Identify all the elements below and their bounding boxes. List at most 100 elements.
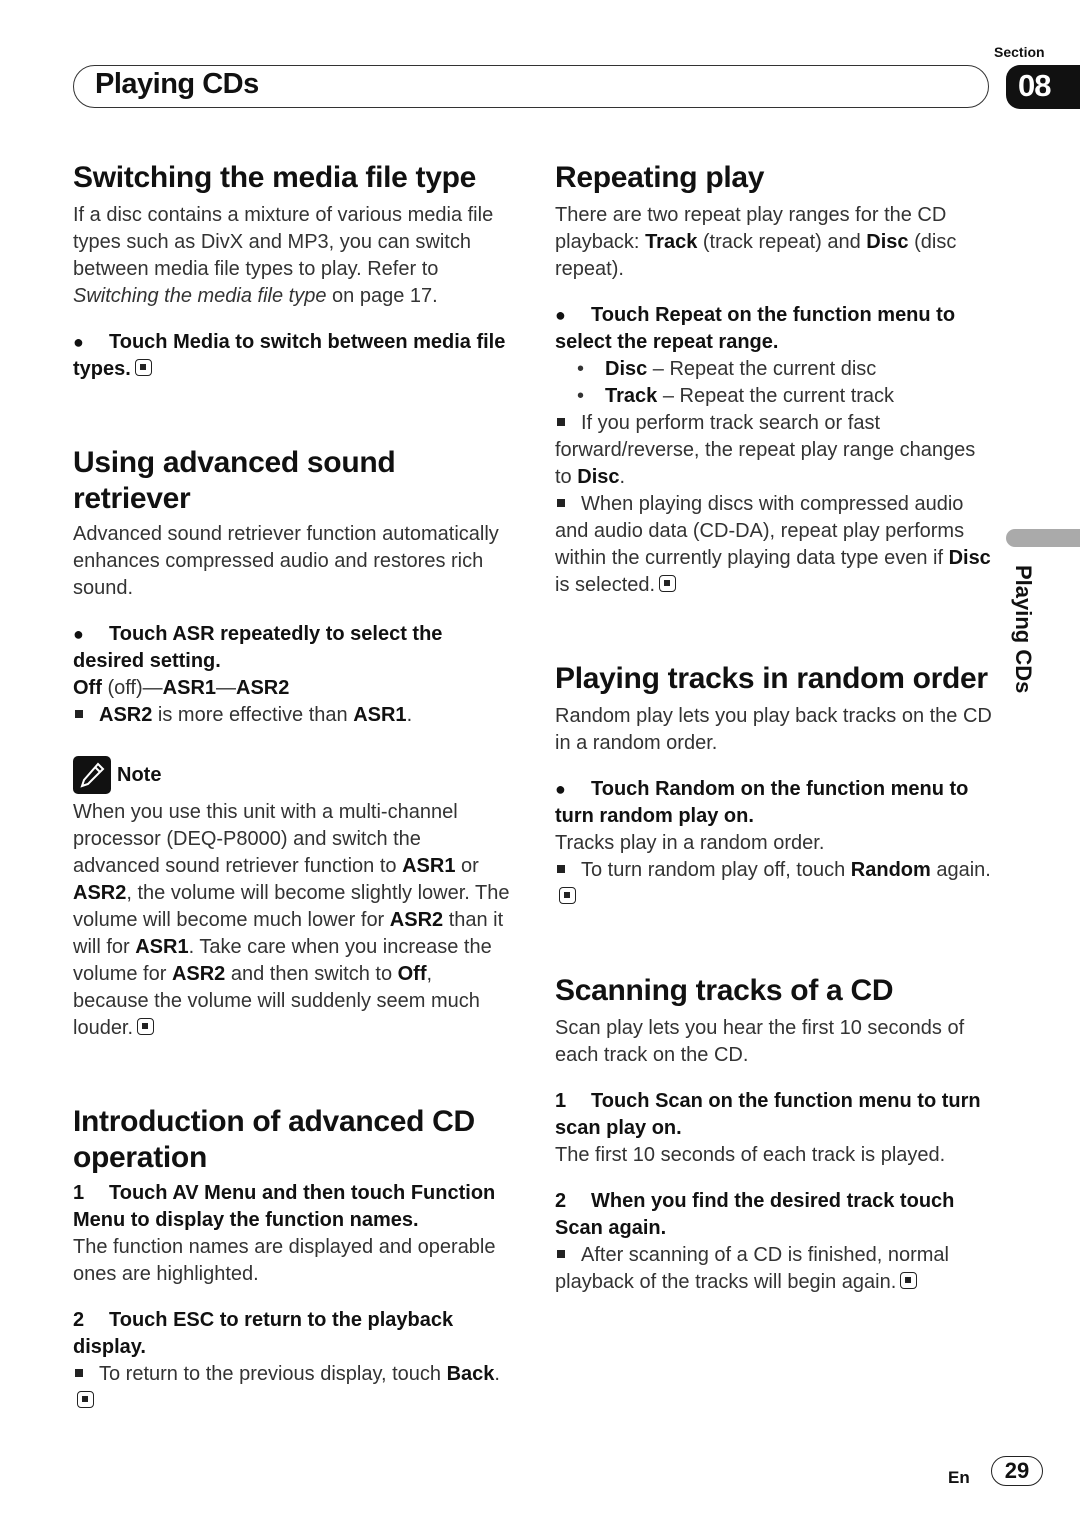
text: To turn random play off, touch (581, 859, 851, 881)
scan-tip: After scanning of a CD is finished, norm… (555, 1242, 995, 1296)
text: ASR2 (389, 909, 444, 931)
repeat-option-disc: • Disc – Repeat the current disc (555, 356, 995, 383)
step-number: 2 (555, 1190, 567, 1212)
right-column: Repeating play There are two repeat play… (555, 160, 995, 1296)
asr-sequence: Off (off)—ASR1—ASR2 (73, 675, 513, 702)
text: . (619, 466, 626, 488)
option-name: Disc (605, 358, 648, 380)
heading-repeat: Repeating play (555, 161, 765, 194)
end-mark-icon (900, 1272, 918, 1289)
text: If a disc contains a mixture of various … (73, 204, 494, 280)
dot-icon: • (577, 385, 585, 407)
intro-step-2-tip: To return to the previous display, touch… (73, 1361, 513, 1415)
note-body: When you use this unit with a multi-chan… (73, 799, 513, 1042)
step-text: Touch AV Menu and then touch Function Me… (73, 1182, 496, 1231)
intro-step-2: 2 Touch ESC to return to the playback dis… (73, 1307, 513, 1361)
heading-asr: Using advanced sound retriever (73, 446, 396, 515)
end-mark-icon (134, 359, 152, 376)
text: Off (397, 963, 427, 985)
text: Disc (948, 547, 991, 569)
side-tab-label: Playing CDs (1011, 565, 1036, 694)
heading-random: Playing tracks in random order (555, 662, 988, 695)
square-bullet-icon (557, 418, 565, 427)
cross-reference: Switching the media file type (73, 285, 327, 307)
left-column: Switching the media file type If a disc … (73, 160, 513, 1415)
intro-step-1-body: The function names are displayed and ope… (73, 1236, 496, 1285)
random-step-body: Tracks play in a random order. (555, 832, 825, 854)
page-number: 29 (1004, 1458, 1030, 1483)
option-asr1: ASR1 (162, 677, 217, 699)
step-text: Touch Scan on the function menu to turn … (555, 1090, 981, 1139)
text: or (455, 855, 479, 877)
random-body: Random play lets you play back tracks on… (555, 705, 992, 754)
text: and then switch to (225, 963, 398, 985)
square-bullet-icon (75, 710, 83, 719)
text: is more effective than (152, 704, 354, 726)
step-number: 2 (73, 1309, 85, 1331)
text: — (216, 677, 237, 699)
asr-body: Advanced sound retriever function automa… (73, 523, 499, 599)
text: ASR2 (73, 882, 127, 904)
heading-scan: Scanning tracks of a CD (555, 974, 894, 1007)
text: ASR1 (135, 936, 189, 958)
switching-step: ● Touch Media to switch between media fil… (73, 329, 513, 383)
option-asr2: ASR2 (236, 677, 290, 699)
step-text: When you find the desired track touch Sc… (555, 1190, 955, 1239)
step-number: 1 (555, 1090, 567, 1112)
end-mark-icon (77, 1391, 94, 1408)
scan-step-1-body: The first 10 seconds of each track is pl… (555, 1144, 946, 1166)
text: Disc (577, 466, 620, 488)
bullet-icon: ● (555, 305, 566, 325)
end-mark-icon (137, 1018, 155, 1035)
text: (track repeat) and (697, 231, 867, 253)
scan-body: Scan play lets you hear the first 10 sec… (555, 1017, 965, 1066)
text: (off)— (101, 677, 163, 699)
repeat-tip-2: When playing discs with compressed audio… (555, 491, 995, 599)
random-step: ● Touch Random on the function menu to tu… (555, 776, 995, 830)
repeat-option-track: • Track – Repeat the current track (555, 383, 995, 410)
language-label: En (948, 1468, 970, 1487)
scan-step-2: 2 When you find the desired track touch S… (555, 1188, 995, 1242)
square-bullet-icon (75, 1369, 83, 1378)
dot-icon: • (577, 358, 585, 380)
text: Random (850, 859, 931, 881)
text: Disc (866, 231, 909, 253)
pencil-icon (73, 756, 111, 794)
text: When you use this unit with a multi-chan… (73, 801, 458, 877)
text: Back (446, 1363, 495, 1385)
text: After scanning of a CD is finished, norm… (555, 1244, 949, 1293)
option-name: Track (605, 385, 658, 407)
switching-body: If a disc contains a mixture of various … (73, 202, 513, 310)
square-bullet-icon (557, 499, 565, 508)
repeat-step: ● Touch Repeat on the function menu to se… (555, 302, 995, 356)
step-text: Touch Repeat on the function menu to sel… (555, 304, 956, 353)
random-tip: To turn random play off, touch Random ag… (555, 857, 995, 911)
asr-tip: ASR2 is more effective than ASR1. (73, 702, 513, 729)
square-bullet-icon (557, 865, 565, 874)
bullet-icon: ● (555, 779, 566, 799)
repeat-body: There are two repeat play ranges for the… (555, 202, 995, 283)
text: To return to the previous display, touch (99, 1363, 447, 1385)
note-header: Note (73, 755, 513, 795)
option-desc: – Repeat the current track (657, 385, 895, 407)
repeat-tip-1: If you perform track search or fast forw… (555, 410, 995, 491)
text: ASR1 (353, 704, 407, 726)
note-title: Note (117, 763, 162, 786)
section-number: 08 (1018, 68, 1051, 103)
heading-switching-media: Switching the media file type (73, 161, 477, 194)
scan-step-1: 1 Touch Scan on the function menu to turn… (555, 1088, 995, 1142)
text: is selected. (555, 574, 656, 596)
heading-intro: Introduction of advanced CD operation (73, 1105, 475, 1174)
step-number: 1 (73, 1182, 85, 1204)
text: again. (930, 859, 991, 881)
text: on page 17. (326, 285, 438, 307)
text: When playing discs with compressed audio… (555, 493, 965, 569)
text: . (494, 1363, 500, 1385)
step-text: Touch ESC to return to the playback disp… (73, 1309, 454, 1358)
bullet-icon: ● (73, 624, 84, 644)
option-desc: – Repeat the current disc (647, 358, 877, 380)
text: ASR2 (99, 704, 153, 726)
bullet-icon: ● (73, 332, 84, 352)
text: ASR2 (171, 963, 226, 985)
step-text: Touch Random on the function menu to tur… (555, 778, 969, 827)
